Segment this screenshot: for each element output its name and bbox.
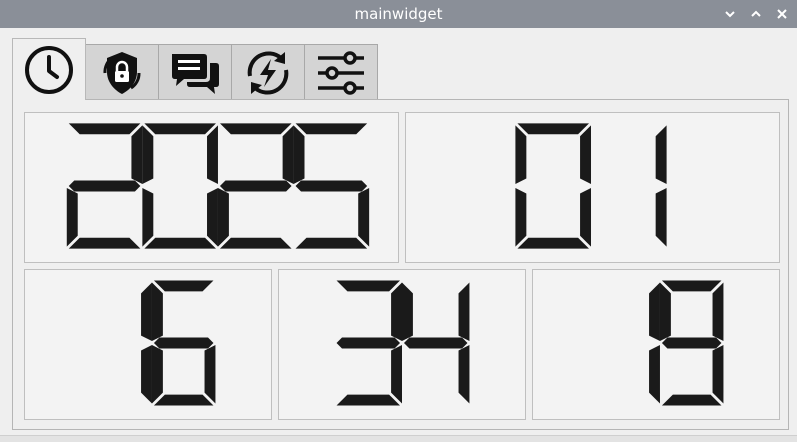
tab-power-sync[interactable] (231, 44, 305, 100)
clock-panel: 2025 01 16 34 19 (12, 99, 789, 430)
lcd-segment-e (515, 187, 527, 247)
sliders-icon (318, 50, 364, 95)
lcd-segment-a (517, 123, 590, 135)
chevron-down-icon (725, 11, 735, 18)
lcd-segment-b (712, 282, 724, 342)
year-display: 2025 (24, 112, 399, 263)
lcd-segment-f (151, 282, 163, 342)
clock-icon (25, 45, 73, 94)
lcd-segment-d (219, 237, 292, 249)
lcd-segment-b (655, 125, 667, 185)
lcd-segment-d (517, 237, 590, 249)
lcd-segment-d (336, 394, 401, 406)
lcd-segment-g (403, 337, 468, 349)
window-title: mainwidget (354, 5, 443, 23)
close-button[interactable] (773, 5, 791, 23)
lcd-segment-a (153, 280, 214, 292)
minute-display: 34 (278, 269, 526, 420)
lcd-segment-c (458, 344, 470, 404)
lcd-segment-d (661, 394, 722, 406)
lcd-segment-c (580, 187, 592, 247)
month-digits (515, 123, 667, 249)
window-bottom-edge (0, 435, 797, 442)
window-controls (721, 0, 791, 28)
lcd-segment-f (402, 282, 413, 342)
lcd-segment-c (655, 187, 667, 247)
minimize-button[interactable] (721, 5, 739, 23)
tab-bar (12, 38, 378, 100)
shield-lock-icon (103, 51, 141, 94)
lcd-segment-d (153, 394, 214, 406)
lcd-segment-g (661, 337, 722, 349)
tab-security[interactable] (85, 44, 159, 100)
lcd-segment-d (295, 237, 368, 249)
lcd-segment-b (649, 282, 660, 342)
lcd-segment-a (336, 280, 401, 292)
second-digits (649, 280, 724, 406)
lcd-segment-c (207, 187, 218, 247)
tab-messages[interactable] (158, 44, 232, 100)
lcd-segment-b (458, 282, 470, 342)
month-display: 01 (405, 112, 780, 263)
lcd-segment-b (131, 125, 143, 185)
lcd-segment-b (141, 282, 152, 342)
lcd-segment-a (219, 123, 292, 135)
lcd-segment-g (295, 180, 368, 192)
lcd-segment-g (336, 337, 401, 349)
second-display: 19 (532, 269, 780, 420)
lcd-segment-e (217, 187, 229, 247)
lcd-segment-c (391, 344, 402, 404)
lcd-segment-f (515, 125, 527, 185)
title-bar: mainwidget (0, 0, 797, 28)
tab-clock[interactable] (12, 38, 86, 100)
lcd-segment-b (391, 282, 402, 342)
maximize-button[interactable] (747, 5, 765, 23)
lcd-segment-e (151, 344, 163, 404)
lcd-segment-b (207, 125, 218, 185)
lcd-segment-d (144, 237, 216, 249)
chevron-up-icon (751, 10, 761, 17)
lcd-segment-c (141, 344, 152, 404)
lcd-segment-d (68, 237, 141, 249)
year-digits (66, 123, 370, 249)
lcd-segment-e (66, 187, 78, 247)
lightning-refresh-icon (247, 50, 289, 95)
lcd-segment-g (68, 180, 141, 192)
lcd-segment-c (358, 187, 370, 247)
lcd-segment-c (204, 344, 216, 404)
lcd-segment-f (142, 125, 154, 185)
lcd-segment-a (661, 280, 722, 292)
lcd-segment-b (580, 125, 592, 185)
lcd-segment-a (295, 123, 368, 135)
tab-settings[interactable] (304, 44, 378, 100)
hour-digits (141, 280, 216, 406)
chat-bubbles-icon (172, 53, 219, 94)
hour-display: 16 (24, 269, 272, 420)
close-icon (777, 9, 787, 19)
lcd-segment-g (153, 337, 214, 349)
lcd-segment-a (68, 123, 141, 135)
lcd-segment-g (219, 180, 292, 192)
lcd-segment-e (142, 187, 154, 247)
lcd-segment-c (649, 344, 660, 404)
lcd-segment-a (144, 123, 216, 135)
lcd-segment-f (659, 282, 671, 342)
lcd-segment-c (712, 344, 724, 404)
minute-digits (336, 280, 470, 406)
lcd-segment-f (293, 125, 305, 185)
lcd-segment-b (282, 125, 294, 185)
